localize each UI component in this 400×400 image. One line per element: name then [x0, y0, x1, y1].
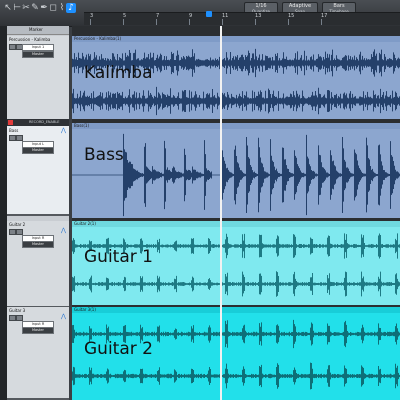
- output-select[interactable]: Master: [22, 327, 54, 334]
- arrangement-view[interactable]: Percussion - Kalimba(1) Kalimba Bass(1) …: [72, 26, 400, 400]
- monitor-icon[interactable]: ⋀: [61, 128, 67, 134]
- timeline-ruler[interactable]: 3 5 7 9 11 13 15 17: [84, 12, 400, 25]
- audio-clip[interactable]: Guitar 3(1) Guitar 2: [72, 307, 400, 400]
- track-header-name: Bass: [9, 128, 19, 133]
- monitor-icon[interactable]: ⋀: [61, 314, 67, 320]
- marker-track-header[interactable]: Marker: [7, 26, 69, 35]
- mute-button[interactable]: [9, 315, 16, 321]
- track-header-name: Guitar 2: [9, 222, 26, 227]
- track-lane-guitar-2[interactable]: Guitar 2(1) Guitar 1: [72, 221, 400, 305]
- audio-clip[interactable]: Percussion - Kalimba(1) Kalimba: [72, 36, 400, 119]
- mute-button[interactable]: [9, 229, 16, 235]
- track-label: Guitar 2: [84, 339, 153, 359]
- track-lane-bass[interactable]: Bass(1) Bass: [72, 123, 400, 218]
- track-lane-guitar-3[interactable]: Guitar 3(1) Guitar 2: [72, 307, 400, 400]
- track-header-kalimba[interactable]: Percussion - Kalimba Input 1 Master: [7, 36, 69, 128]
- track-header-guitar-3[interactable]: Guitar 3 Input R Master ⋀: [7, 307, 69, 400]
- playhead-cursor[interactable]: [220, 26, 222, 400]
- ruler-tick: [321, 19, 322, 25]
- audio-clip[interactable]: Bass(1) Bass: [72, 123, 400, 218]
- track-header-name: Guitar 3: [9, 308, 26, 313]
- ruler-tick: [288, 19, 289, 25]
- output-select[interactable]: Master: [22, 51, 54, 58]
- track-list: Marker Percussion - Kalimba Input 1 Mast…: [7, 26, 69, 400]
- track-header-guitar-2[interactable]: Guitar 2 Input R Master ⋀: [7, 221, 69, 308]
- clip-name: Percussion - Kalimba(1): [72, 36, 400, 42]
- ruler-tick: [189, 19, 190, 25]
- track-label: Bass: [84, 145, 124, 165]
- track-header-bass[interactable]: RECORD_ENABLE Bass Input L Master ⋀: [7, 119, 69, 216]
- ruler-tick: [156, 19, 157, 25]
- record-arm-icon[interactable]: [8, 120, 13, 125]
- clip-name: Bass(1): [72, 123, 400, 129]
- clip-name: Guitar 2(1): [72, 221, 400, 227]
- monitor-icon[interactable]: ⋀: [61, 228, 67, 234]
- ruler-tick: [90, 19, 91, 25]
- track-header-bar: RECORD_ENABLE: [7, 119, 69, 126]
- track-header-name: Percussion - Kalimba: [9, 37, 51, 42]
- ruler-tick: [123, 19, 124, 25]
- playhead-marker-icon[interactable]: [206, 11, 212, 17]
- track-label: Guitar 1: [84, 247, 153, 267]
- toolbar: ↖⊢✂✎✒◻⌇♪ 1/16 Quantize Adaptive Snap Bar…: [0, 0, 400, 27]
- output-select[interactable]: Master: [22, 241, 54, 248]
- record-enable-label: RECORD_ENABLE: [29, 120, 60, 124]
- input-select[interactable]: Input 1: [22, 44, 54, 51]
- waveform-channel-right: [72, 362, 400, 390]
- ruler-tick: [222, 19, 223, 25]
- waveform-channel-right: [72, 86, 400, 116]
- ruler-tick: [255, 19, 256, 25]
- clip-name: Guitar 3(1): [72, 307, 400, 313]
- track-lane-kalimba[interactable]: Percussion - Kalimba(1) Kalimba: [72, 36, 400, 119]
- audio-clip[interactable]: Guitar 2(1) Guitar 1: [72, 221, 400, 305]
- waveform-channel-right: [72, 271, 400, 297]
- mute-button[interactable]: [9, 135, 16, 141]
- track-label: Kalimba: [84, 63, 153, 83]
- marker-track-name: Marker: [29, 27, 43, 32]
- listen-tool-icon[interactable]: ♪: [66, 3, 76, 13]
- output-select[interactable]: Master: [22, 147, 54, 154]
- mute-button[interactable]: [9, 44, 16, 50]
